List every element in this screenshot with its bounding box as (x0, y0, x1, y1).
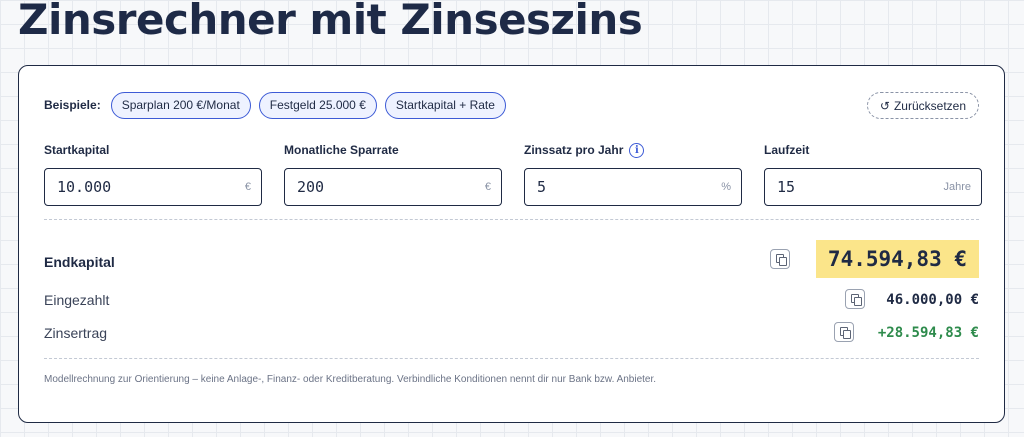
reset-label: Zurücksetzen (893, 98, 966, 113)
examples-label: Beispiele: (44, 98, 101, 112)
eingezahlt-label: Eingezahlt (44, 292, 110, 308)
info-icon[interactable]: i (629, 142, 645, 158)
calculator-card: Beispiele: Sparplan 200 €/Monat Festgeld… (18, 65, 1005, 423)
eingezahlt-value: 46.000,00 € (886, 292, 979, 308)
field-label-laufzeit: Laufzeit (764, 141, 982, 159)
sparrate-unit: € (484, 181, 491, 193)
endkapital-label: Endkapital (44, 254, 115, 270)
field-label-text: Monatliche Sparrate (284, 143, 399, 157)
example-chip-sparplan[interactable]: Sparplan 200 €/Monat (110, 91, 251, 119)
zinsertrag-label: Zinsertrag (44, 325, 108, 341)
field-sparrate: Monatliche Sparrate 200 € (284, 141, 502, 206)
startkapital-input[interactable]: 10.000 € (44, 168, 262, 206)
sparrate-value[interactable]: 200 (297, 178, 324, 196)
startkapital-unit: € (244, 181, 251, 193)
field-label-startkapital: Startkapital (44, 141, 262, 159)
field-label-text: Startkapital (44, 143, 110, 157)
field-label-sparrate: Monatliche Sparrate (284, 141, 502, 159)
field-label-text: Zinssatz pro Jahr (524, 143, 624, 157)
zinssatz-value[interactable]: 5 (537, 178, 546, 196)
copy-icon (850, 294, 862, 306)
endkapital-value: 74.594,83 € (815, 240, 979, 278)
page-title: Zinsrechner mit Zinseszins (18, 0, 643, 44)
example-chip-startkapital-rate[interactable]: Startkapital + Rate (384, 91, 506, 119)
zinsertrag-value: +28.594,83 € (877, 325, 979, 341)
copy-icon (775, 254, 787, 266)
divider (44, 358, 979, 359)
examples-row: Beispiele: Sparplan 200 €/Monat Festgeld… (44, 91, 506, 119)
divider (44, 219, 979, 220)
laufzeit-unit: Jahre (943, 181, 971, 193)
reset-button[interactable]: ↺ Zurücksetzen (866, 92, 979, 119)
copy-endkapital-button[interactable] (770, 249, 790, 269)
laufzeit-input[interactable]: 15 Jahre (764, 168, 982, 206)
startkapital-value[interactable]: 10.000 (57, 178, 111, 196)
field-label-zinssatz: Zinssatz pro Jahr i (524, 141, 742, 159)
copy-zinsertrag-button[interactable] (834, 322, 854, 342)
copy-icon (839, 327, 851, 339)
zinssatz-unit: % (721, 181, 731, 193)
field-zinssatz: Zinssatz pro Jahr i 5 % (524, 141, 742, 206)
zinssatz-input[interactable]: 5 % (524, 168, 742, 206)
disclaimer-text: Modellrechnung zur Orientierung – keine … (44, 374, 657, 385)
copy-eingezahlt-button[interactable] (845, 289, 865, 309)
laufzeit-value[interactable]: 15 (777, 178, 795, 196)
reset-icon: ↺ (879, 98, 890, 113)
field-label-text: Laufzeit (764, 143, 810, 157)
example-chip-festgeld[interactable]: Festgeld 25.000 € (258, 91, 377, 119)
sparrate-input[interactable]: 200 € (284, 168, 502, 206)
field-startkapital: Startkapital 10.000 € (44, 141, 262, 206)
field-laufzeit: Laufzeit 15 Jahre (764, 141, 982, 206)
